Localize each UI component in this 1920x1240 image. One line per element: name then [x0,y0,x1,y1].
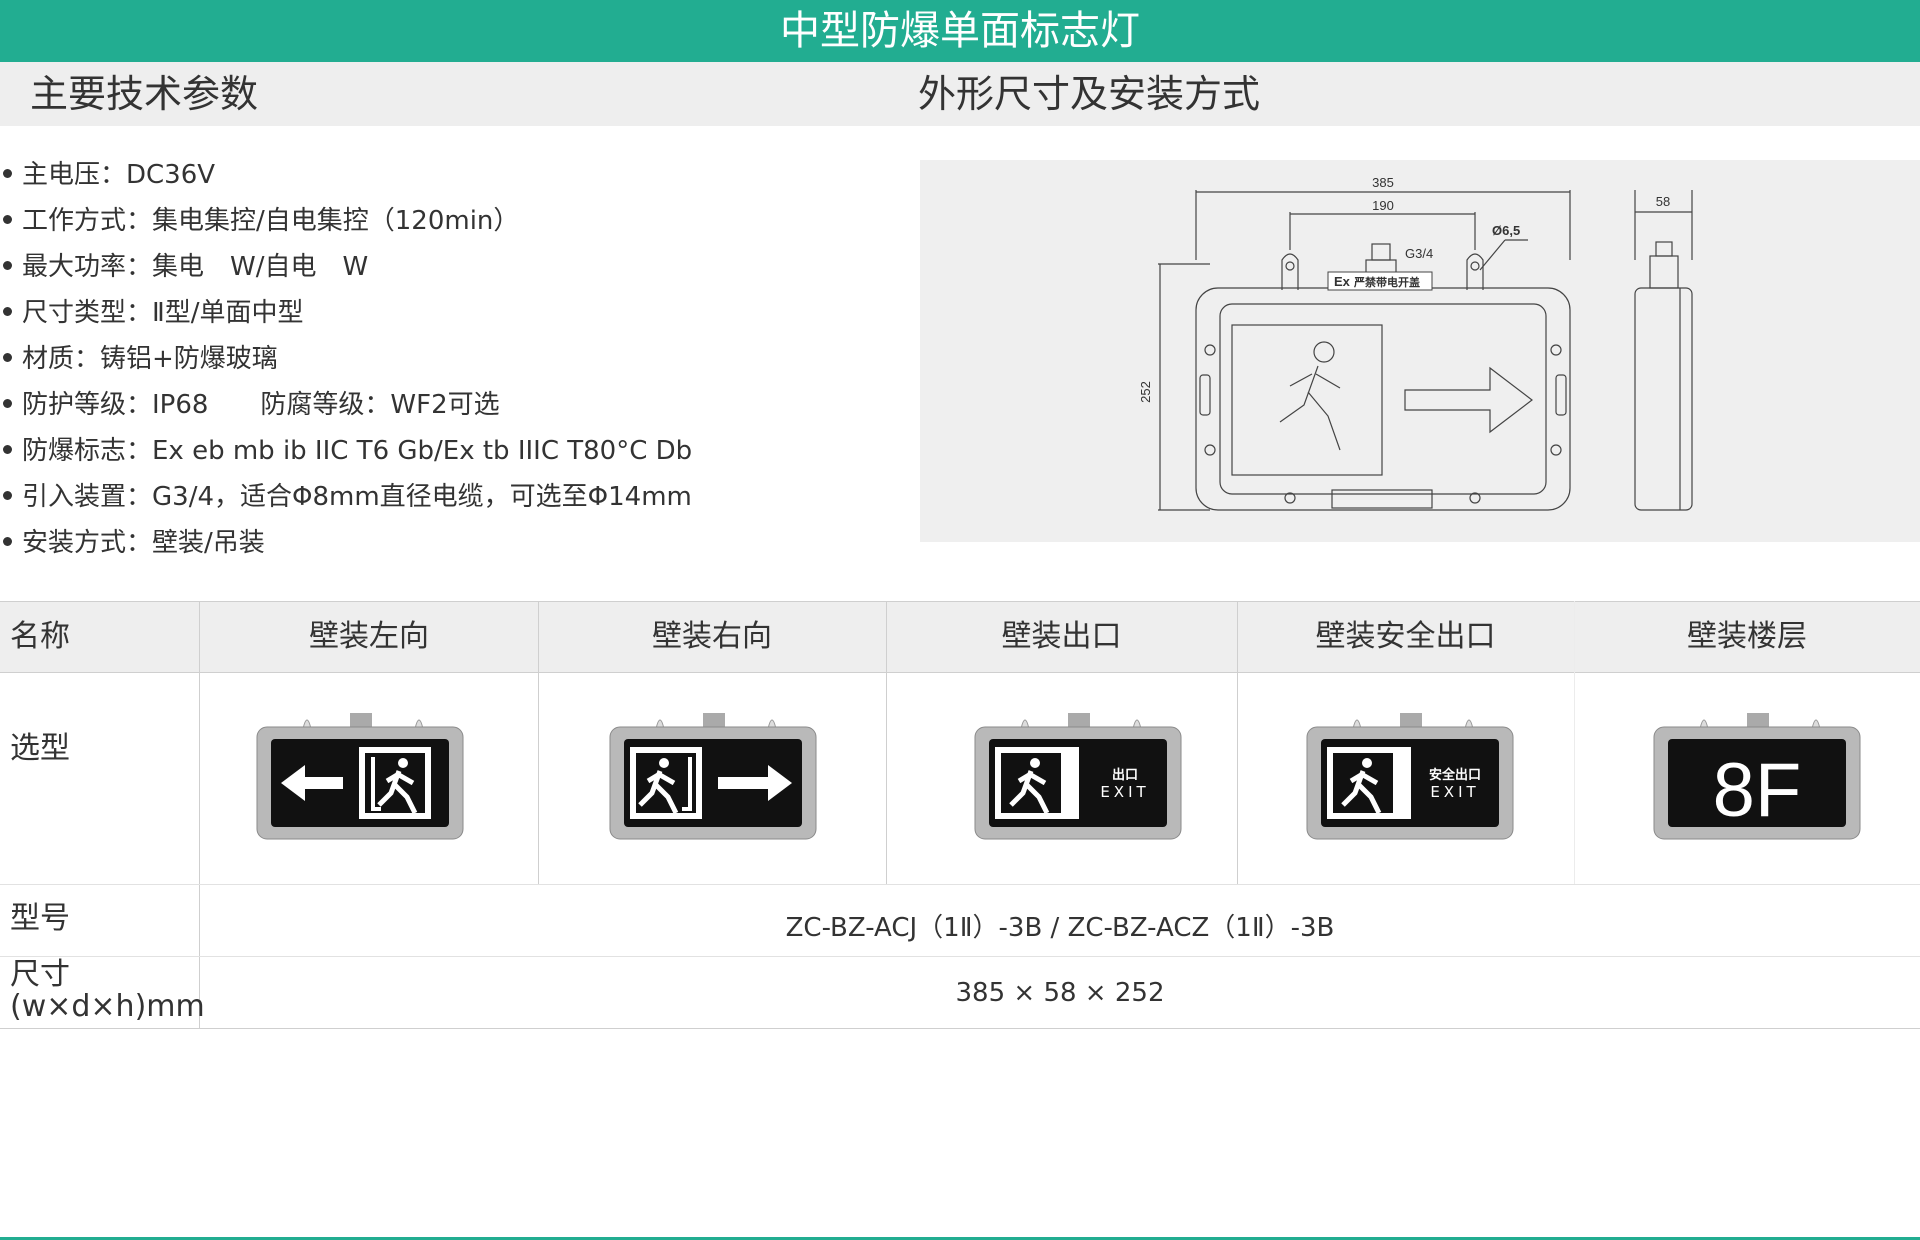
row-divider [0,956,1920,957]
spec-item: 尺寸类型：Ⅱ型/单面中型 [0,290,880,336]
spec-text: 防护等级：IP68 防腐等级：WF2可选 [22,390,500,420]
floor-label: 8F [1713,748,1802,833]
spec-text: 尺寸类型：Ⅱ型/单面中型 [22,298,304,328]
hole-label: Ø6,5 [1492,223,1520,238]
dimensions-heading: 外形尺寸及安装方式 [918,72,1261,116]
size-value: 385 × 58 × 252 [955,978,1165,1008]
lamp-safe-exit-image: 安全出口 EXIT [1306,713,1514,840]
spec-text: 引入装置：G3/4，适合Φ8mm直径电缆，可选至Φ14mm [22,482,692,512]
spec-text: 安装方式：壁装/吊装 [22,528,265,558]
dim-spacing-label: 190 [1372,198,1394,213]
row-label-selection: 选型 [10,731,70,766]
dim-height-label: 252 [1138,381,1153,403]
exit-en-label: EXIT [1100,783,1149,801]
spec-list: 主电压：DC36V 工作方式：集电集控/自电集控（120min） 最大功率：集电… [0,152,880,566]
spec-item: 工作方式：集电集控/自电集控（120min） [0,198,880,244]
col-header-floor: 壁装楼层 [1687,619,1807,654]
bullet-icon [3,169,12,178]
ex-mark: Ex [1334,274,1351,289]
size-label-line2: (w×d×h)mm [10,989,205,1024]
dim-width-label: 385 [1372,175,1394,190]
spec-text: 主电压：DC36V [22,160,216,190]
spec-item: 主电压：DC36V [0,152,880,198]
bullet-icon [3,537,12,546]
spec-text: 工作方式：集电集控/自电集控（120min） [22,206,520,236]
table-header-row: 名称 壁装左向 壁装右向 壁装出口 壁装安全出口 壁装楼层 [0,601,1920,673]
lamp-floor-image: 8F [1653,713,1861,840]
model-value: ZC-BZ-ACJ（1Ⅱ）-3B / ZC-BZ-ACZ（1Ⅱ）-3B [785,913,1335,943]
section-header-bar: 主要技术参数 外形尺寸及安装方式 [0,62,1920,126]
col-header-exit: 壁装出口 [1001,619,1122,654]
divider [1574,601,1575,884]
spec-text: 材质：铸铝+防爆玻璃 [22,344,278,374]
exit-cn-label: 出口 [1112,767,1138,783]
bullet-icon [3,445,12,454]
spec-text: 最大功率：集电 W/自电 W [22,252,369,282]
row-label-size: 尺寸 (w×d×h)mm [10,959,205,1023]
spec-item: 最大功率：集电 W/自电 W [0,244,880,290]
bullet-icon [3,215,12,224]
spec-item: 防爆标志：Ex eb mb ib IIC T6 Gb/Ex tb IIIC T8… [0,428,880,474]
spec-item: 防护等级：IP68 防腐等级：WF2可选 [0,382,880,428]
lamp-exit-image: 出口 EXIT [974,713,1182,840]
bullet-icon [3,261,12,270]
spec-item: 材质：铸铝+防爆玻璃 [0,336,880,382]
col-header-right: 壁装右向 [652,619,772,654]
col-header-safe-exit: 壁装安全出口 [1315,619,1496,654]
lamp-right-image [609,713,817,840]
dimension-drawing: 385 190 252 58 G3/4 Ø6,5 Ex 严禁带电开盖 [920,160,1920,542]
bullet-icon [3,307,12,316]
divider [538,601,539,884]
divider [886,601,887,884]
dim-depth-label: 58 [1656,194,1670,209]
thread-label: G3/4 [1405,246,1433,261]
col-header-name: 名称 [10,619,70,654]
page-title: 中型防爆单面标志灯 [0,0,1920,62]
lamp-left-image [256,713,464,840]
ex-warning-label: 严禁带电开盖 [1353,275,1420,289]
spec-item: 安装方式：壁装/吊装 [0,520,880,566]
row-divider [0,884,1920,885]
size-label-line1: 尺寸 [10,957,70,992]
safe-exit-cn-label: 安全出口 [1429,767,1481,783]
bullet-icon [3,491,12,500]
bullet-icon [3,399,12,408]
divider [1237,601,1238,884]
params-heading: 主要技术参数 [30,72,259,116]
spec-text: 防爆标志：Ex eb mb ib IIC T6 Gb/Ex tb IIIC T8… [22,436,693,466]
table-bottom-border [0,1028,1920,1029]
spec-item: 引入装置：G3/4，适合Φ8mm直径电缆，可选至Φ14mm [0,474,880,520]
col-header-left: 壁装左向 [309,619,429,654]
safe-exit-en-label: EXIT [1430,783,1479,801]
row-label-model: 型号 [10,901,70,936]
bullet-icon [3,353,12,362]
